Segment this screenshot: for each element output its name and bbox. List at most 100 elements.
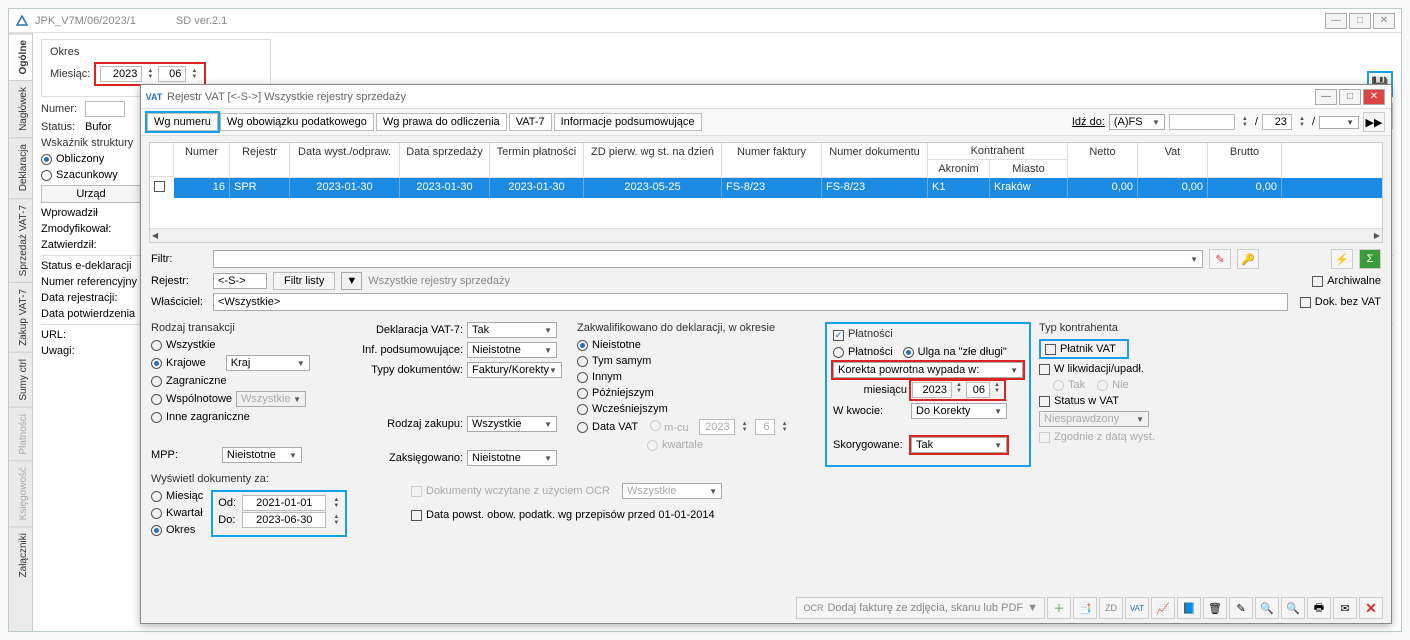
th-kontrahent[interactable]: Kontrahent <box>928 143 1068 160</box>
side-tab-sprzedaz[interactable]: Sprzedaż VAT-7 <box>9 198 32 282</box>
side-tab-ogolne[interactable]: Ogólne <box>9 33 32 80</box>
sigma-icon[interactable]: Σ <box>1359 249 1381 269</box>
th-brutto[interactable]: Brutto <box>1208 143 1282 178</box>
side-tab-zakup[interactable]: Zakup VAT-7 <box>9 282 32 352</box>
year-spinner[interactable]: ▲▼ <box>144 68 156 80</box>
month-spinner[interactable]: ▲▼ <box>188 68 200 80</box>
edit-icon[interactable]: ✎ <box>1229 597 1253 619</box>
side-tab-zalaczniki[interactable]: Załączniki <box>9 526 32 583</box>
rejestr-select[interactable]: <-S-> <box>213 273 267 289</box>
nav-num[interactable] <box>1262 114 1292 130</box>
side-tab-ksiegowosc[interactable]: Księgowość <box>9 460 32 526</box>
th-termin[interactable]: Termin płatności <box>490 143 584 178</box>
search2-icon[interactable]: 🔍 <box>1281 597 1305 619</box>
oblicz-radio[interactable] <box>41 154 52 165</box>
tab-vat7[interactable]: VAT-7 <box>509 113 552 131</box>
inner-close[interactable]: ✕ <box>1363 89 1385 105</box>
row-checkbox[interactable] <box>154 181 165 192</box>
pl-ulga[interactable] <box>903 347 914 358</box>
idz-do-select[interactable]: (A)FS▼ <box>1109 114 1165 130</box>
filtr-input[interactable]: ▼ <box>213 250 1203 268</box>
archiwalne-check[interactable] <box>1312 276 1323 287</box>
th-netto[interactable]: Netto <box>1068 143 1138 178</box>
table-row[interactable]: 16 SPR 2023-01-30 2023-01-30 2023-01-30 … <box>150 178 1382 198</box>
skoryg-select[interactable]: Tak▼ <box>911 437 1007 453</box>
do-input[interactable] <box>242 512 326 528</box>
platnosci-check[interactable] <box>833 330 844 341</box>
rt-wspol[interactable] <box>151 394 162 405</box>
od-input[interactable] <box>242 495 326 511</box>
lightning-icon[interactable]: ⚡ <box>1331 249 1353 269</box>
th-vat[interactable]: Vat <box>1138 143 1208 178</box>
rt-wszystkie[interactable] <box>151 340 162 351</box>
nav-field1[interactable] <box>1169 114 1235 130</box>
zk-tym[interactable] <box>577 356 588 367</box>
inner-minimize[interactable]: — <box>1315 89 1337 105</box>
year-input[interactable] <box>100 66 142 82</box>
dekl-select[interactable]: Tak▼ <box>467 322 557 338</box>
zk-data-vat[interactable] <box>577 422 588 433</box>
data-powst-check[interactable] <box>411 510 422 521</box>
edit-filter-icon[interactable]: ✎ <box>1209 249 1231 269</box>
dok-bez-vat-check[interactable] <box>1300 297 1311 308</box>
nav-select2[interactable]: ▼ <box>1319 116 1359 129</box>
book-icon[interactable]: 📘 <box>1177 597 1201 619</box>
mpp-select[interactable]: Nieistotne▼ <box>222 447 302 463</box>
th-numer[interactable]: Numer <box>174 143 230 178</box>
vat-btn-icon[interactable]: VAT <box>1125 597 1149 619</box>
side-tab-deklaracja[interactable]: Deklaracja <box>9 137 32 197</box>
tab-wg-numeru[interactable]: Wg numeru <box>147 113 218 131</box>
zk-pozn[interactable] <box>577 388 588 399</box>
chart-icon[interactable]: 📈 <box>1151 597 1175 619</box>
th-miasto[interactable]: Miasto <box>990 160 1068 178</box>
inf-select[interactable]: Nieistotne▼ <box>467 342 557 358</box>
status-vat-check[interactable] <box>1039 396 1050 407</box>
nav-spin1[interactable]: ▲▼ <box>1239 116 1251 128</box>
th-numer-dok[interactable]: Numer dokumentu <box>822 143 928 178</box>
inner-maximize[interactable]: □ <box>1339 89 1361 105</box>
rt-krajowe[interactable] <box>151 358 162 369</box>
th-akronim[interactable]: Akronim <box>928 160 990 178</box>
platnik-check[interactable] <box>1045 344 1056 355</box>
tab-wg-obowiazku[interactable]: Wg obowiązku podatkowego <box>220 113 374 131</box>
close-button[interactable]: ✕ <box>1373 13 1395 29</box>
tab-inf-pods[interactable]: Informacje podsumowujące <box>554 113 702 131</box>
pl-platnosci[interactable] <box>833 347 844 358</box>
side-tab-platnosci[interactable]: Płatności <box>9 407 32 461</box>
side-tab-naglowek[interactable]: Nagłówek <box>9 80 32 137</box>
go-next-icon[interactable]: ▶▶ <box>1363 112 1385 132</box>
wd-kwartal[interactable] <box>151 508 162 519</box>
likw-check[interactable] <box>1039 364 1050 375</box>
tab-wg-prawa[interactable]: Wg prawa do odliczenia <box>376 113 507 131</box>
urzad-button[interactable]: Urząd <box>41 185 141 203</box>
rt-zagr[interactable] <box>151 376 162 387</box>
minimize-button[interactable]: — <box>1325 13 1347 29</box>
maximize-button[interactable]: □ <box>1349 13 1371 29</box>
zaksieg-select[interactable]: Nieistotne▼ <box>467 450 557 466</box>
wkwocie-select[interactable]: Do Korekty▼ <box>911 403 1007 419</box>
trash-icon[interactable]: 🗑 <box>1203 597 1227 619</box>
dodaj-fakture-btn[interactable]: OCRDodaj fakturę ze zdjęcia, skanu lub P… <box>796 597 1045 619</box>
search-icon[interactable]: 🔍 <box>1255 597 1279 619</box>
th-data-wyst[interactable]: Data wyst./odpraw. <box>290 143 400 178</box>
filtr-caret[interactable]: ▼ <box>341 272 362 290</box>
szac-radio[interactable] <box>41 170 52 181</box>
ocr-select[interactable]: Wszystkie▼ <box>622 483 722 499</box>
copy-icon[interactable]: 📑 <box>1073 597 1097 619</box>
add-icon[interactable]: ＋ <box>1047 597 1071 619</box>
zk-innym[interactable] <box>577 372 588 383</box>
hscrollbar[interactable]: ◀▶ <box>150 228 1382 242</box>
nav-spin2[interactable]: ▲▼ <box>1296 116 1308 128</box>
th-zd-pierw[interactable]: ZD pierw. wg st. na dzień <box>584 143 722 178</box>
rt-inne[interactable] <box>151 412 162 423</box>
wd-okres[interactable] <box>151 525 162 536</box>
print-icon[interactable]: 🖶 <box>1307 597 1331 619</box>
side-tab-sumy[interactable]: Sumy ctrl <box>9 352 32 407</box>
rodzaj-zak-select[interactable]: Wszystkie▼ <box>467 416 557 432</box>
typy-select[interactable]: Faktury/Korekty▼ <box>467 362 562 378</box>
numer-input[interactable] <box>85 101 125 117</box>
th-data-sprz[interactable]: Data sprzedaży <box>400 143 490 178</box>
zk-wczes[interactable] <box>577 404 588 415</box>
th-rejestr[interactable]: Rejestr <box>230 143 290 178</box>
close-red-icon[interactable]: ✕ <box>1359 597 1383 619</box>
